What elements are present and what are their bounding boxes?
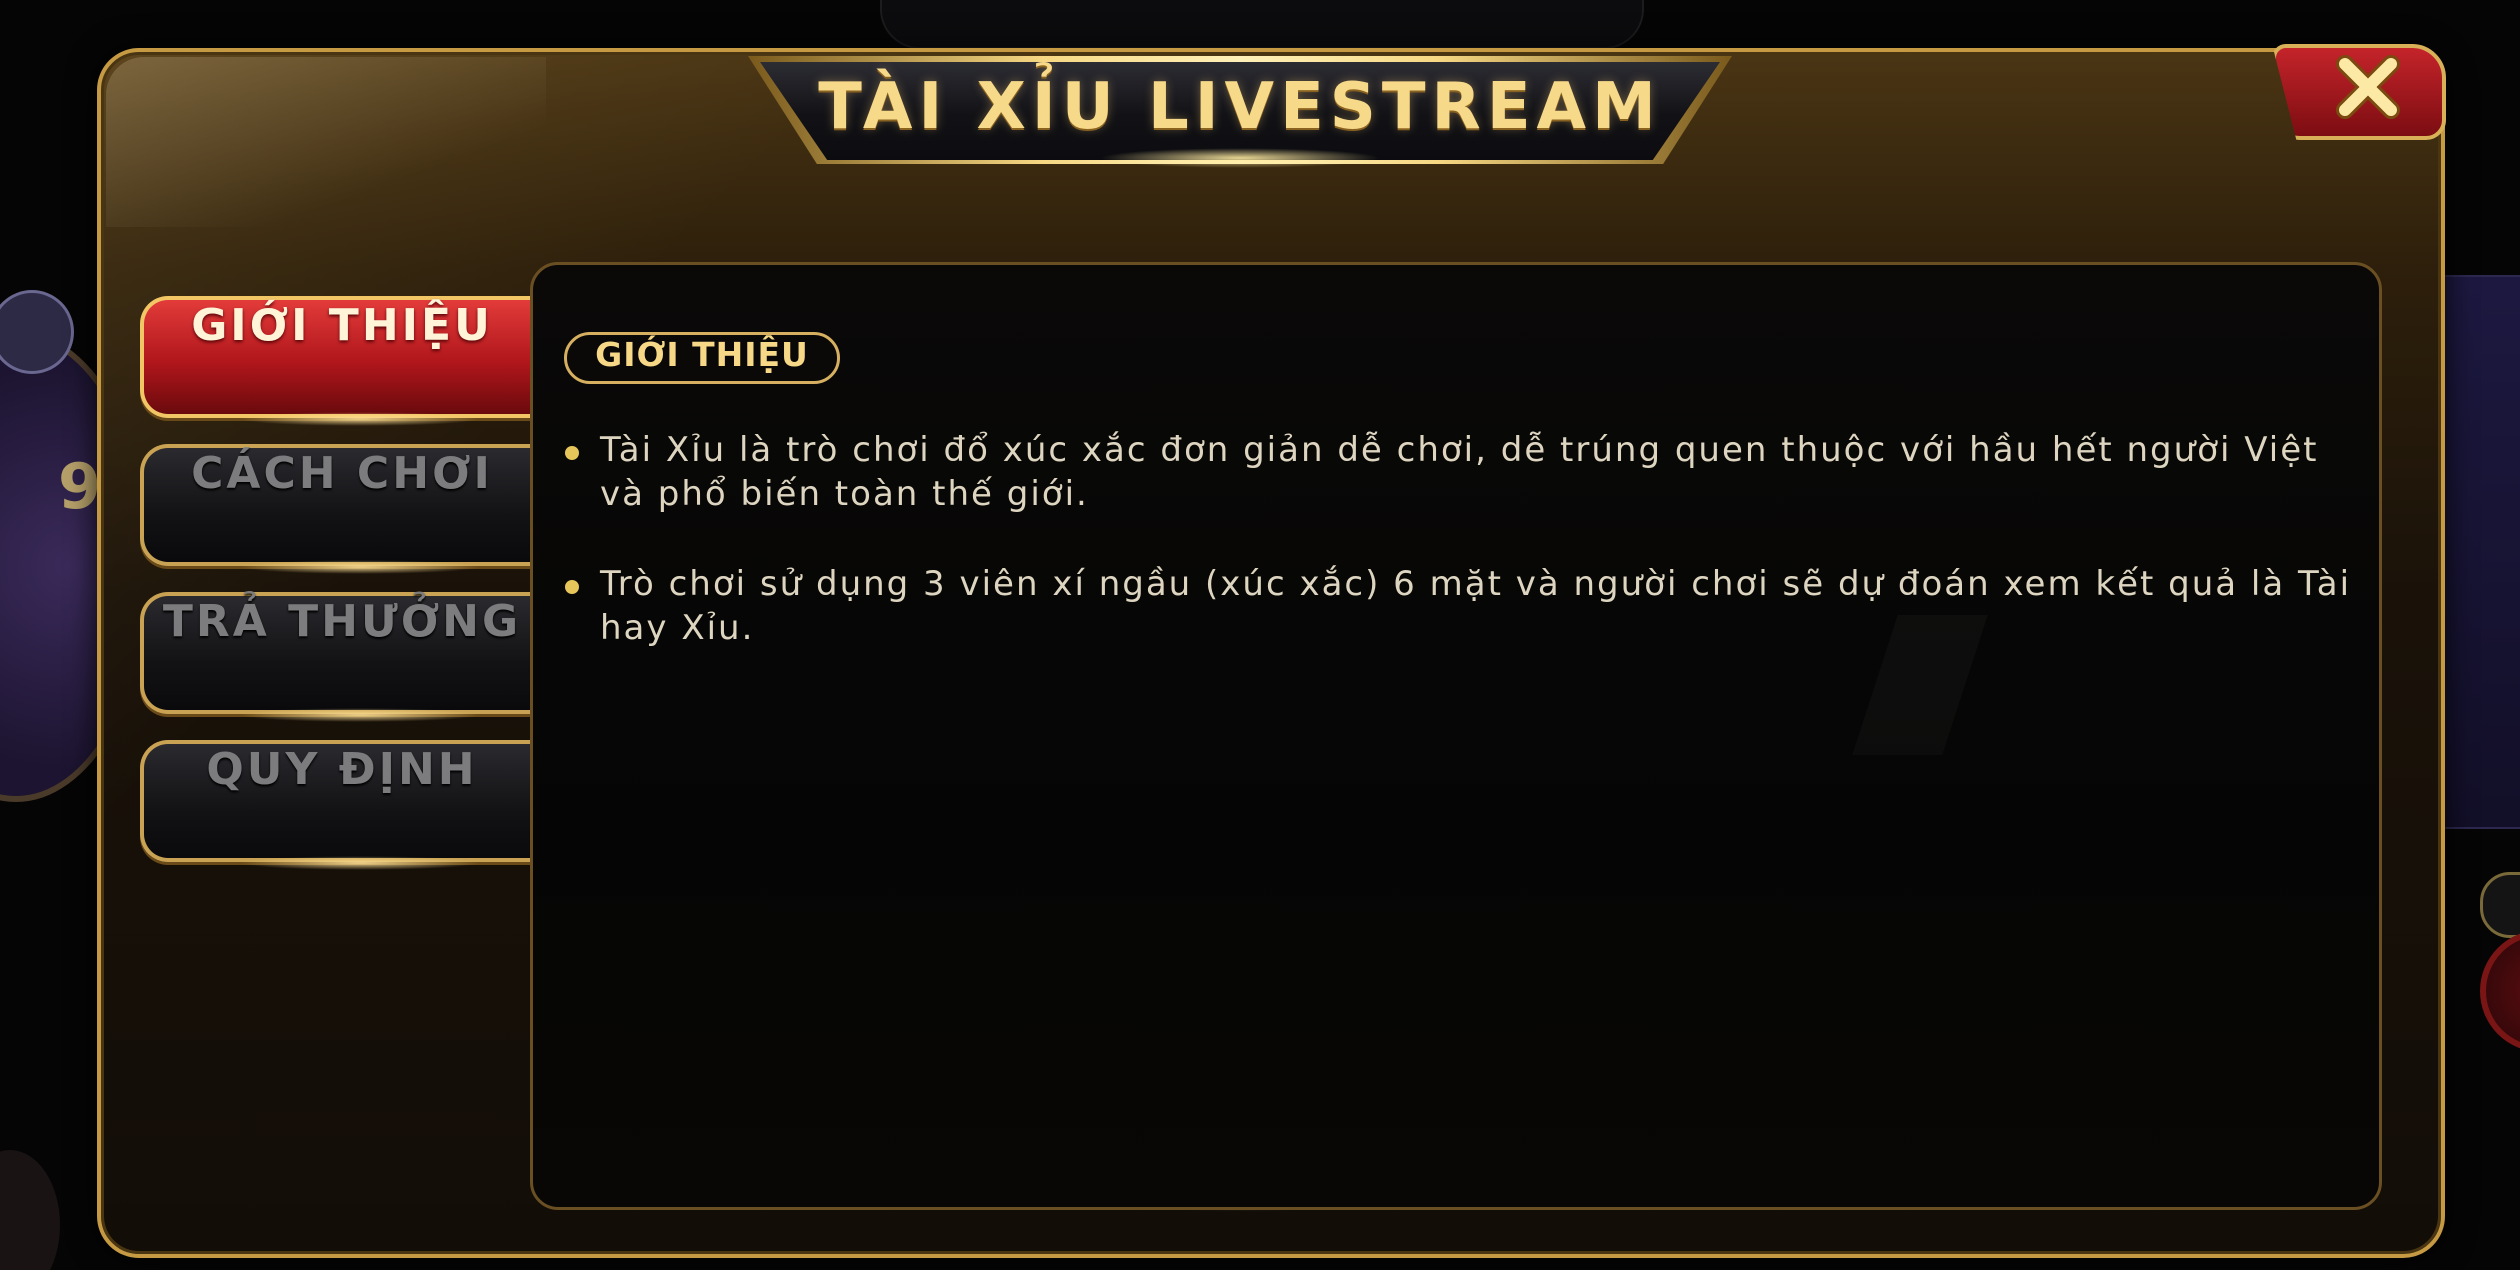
game-screen: 9 TÀI XỈU LIVESTREAM GIỚI THIỆU CÁCH CHƠ… bbox=[0, 0, 2520, 1270]
tab-label: GIỚI THIỆU bbox=[191, 300, 493, 351]
tab-quy-dinh[interactable]: QUY ĐỊNH bbox=[140, 740, 540, 862]
tab-glow bbox=[240, 708, 480, 722]
tab-label: QUY ĐỊNH bbox=[206, 744, 478, 795]
dialog-title: TÀI XỈU LIVESTREAM bbox=[818, 70, 1662, 144]
tab-glow bbox=[240, 560, 480, 574]
section-title: GIỚI THIỆU bbox=[564, 332, 840, 384]
title-glow bbox=[1100, 148, 1380, 168]
tab-label: CÁCH CHƠI bbox=[191, 448, 493, 499]
background-chip-icon bbox=[2480, 930, 2520, 1052]
tab-cach-choi[interactable]: CÁCH CHƠI bbox=[140, 444, 540, 566]
close-x-icon[interactable] bbox=[2335, 54, 2401, 120]
bullet-icon bbox=[565, 446, 579, 460]
tab-tra-thuong[interactable]: TRẢ THƯỞNG bbox=[140, 592, 540, 714]
content-panel bbox=[530, 262, 2382, 1210]
background-top-bar bbox=[880, 0, 1644, 49]
tab-label: TRẢ THƯỞNG bbox=[162, 596, 522, 647]
tab-glow bbox=[240, 856, 480, 870]
dialog-sheen bbox=[106, 57, 546, 227]
tab-gioi-thieu[interactable]: GIỚI THIỆU bbox=[140, 296, 540, 418]
bullet-icon bbox=[565, 580, 579, 594]
intro-paragraph-2: Trò chơi sử dụng 3 viên xí ngầu (xúc xắc… bbox=[600, 564, 2352, 648]
background-number: 9 bbox=[58, 450, 102, 523]
background-avatar bbox=[0, 1150, 60, 1270]
background-timer-badge bbox=[2480, 872, 2520, 938]
tab-glow bbox=[240, 412, 480, 426]
intro-paragraph-1: Tài Xỉu là trò chơi đổ xúc xắc đơn giản … bbox=[600, 430, 2319, 514]
